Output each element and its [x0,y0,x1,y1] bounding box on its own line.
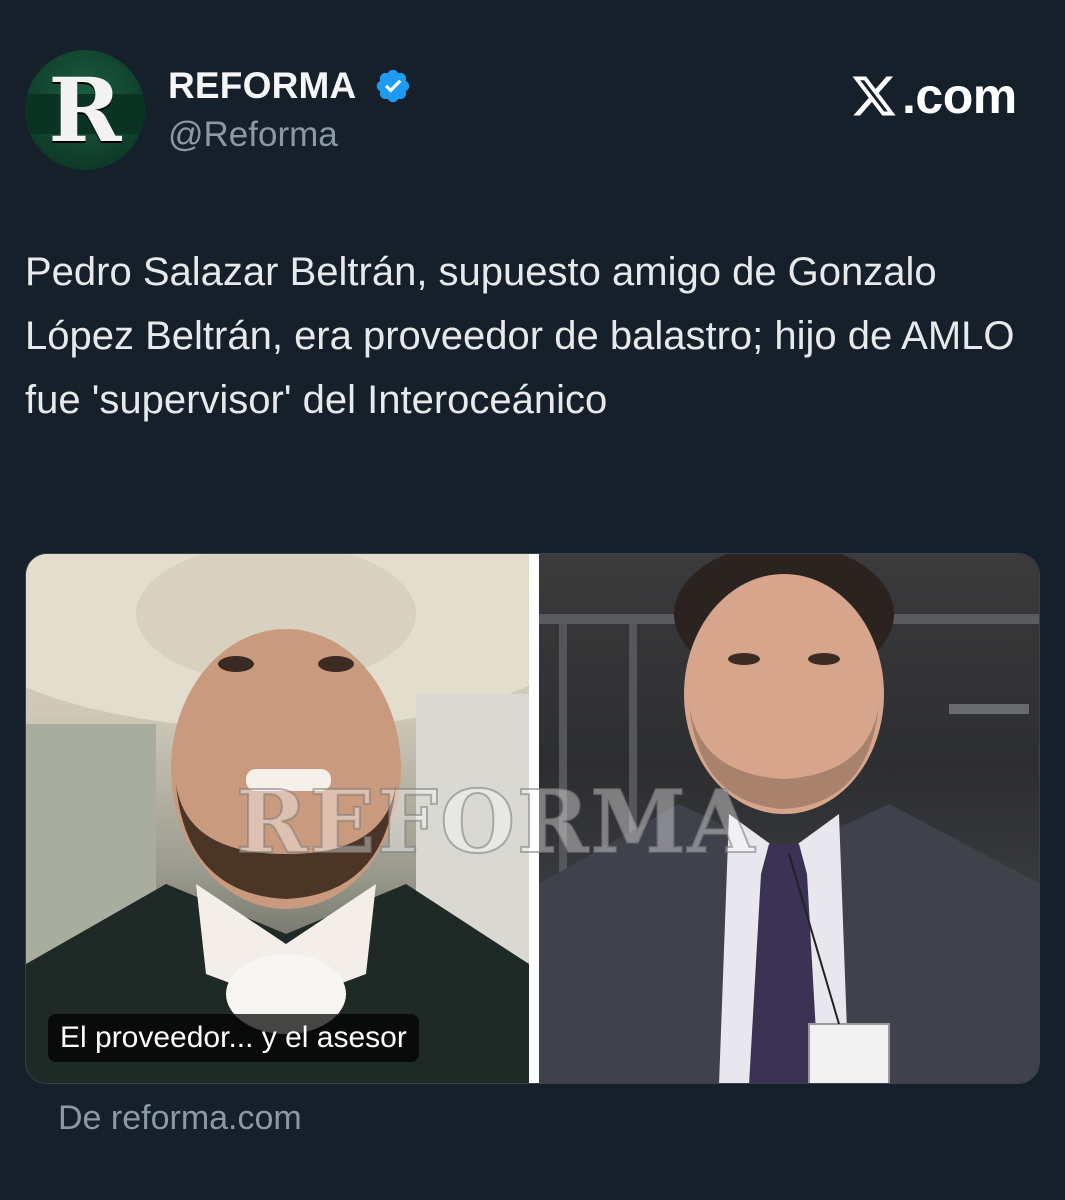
image-watermark: REFORMA [235,771,757,874]
image-caption-badge: El proveedor... y el asesor [48,1014,419,1062]
site-domain-label: .com [902,68,1017,124]
site-brand: .com [850,68,1025,124]
x-logo-icon [852,76,896,116]
verified-badge-icon [376,69,410,103]
author-name[interactable]: REFORMA [168,66,356,106]
tweet-screenshot: R REFORMA @Reforma .com Pedro Salazar Be… [0,0,1065,1200]
link-card-source[interactable]: De reforma.com [58,1098,302,1138]
avatar-logo-letter: R [48,58,122,162]
author-avatar[interactable]: R [25,50,145,170]
tweet-text: Pedro Salazar Beltrán, supuesto amigo de… [25,250,1015,422]
link-card-media[interactable]: REFORMA El proveedor... y el asesor [25,553,1040,1084]
author-handle[interactable]: @Reforma [168,115,338,155]
